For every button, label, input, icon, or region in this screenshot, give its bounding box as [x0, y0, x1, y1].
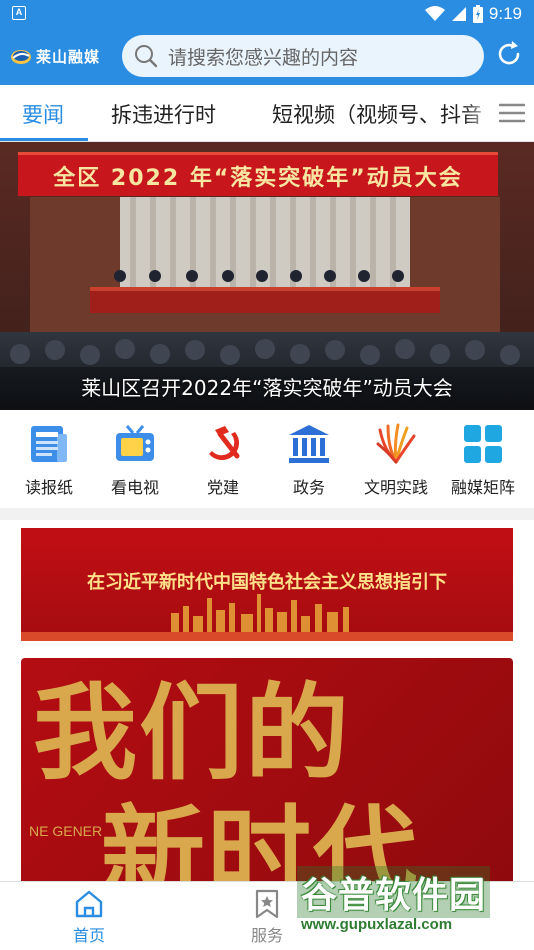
search-placeholder: 请搜索您感兴趣的内容 [168, 46, 359, 69]
status-time: 9:19 [488, 4, 522, 23]
promo-banner-thought-text: 在习近平新时代中国特色社会主义思想指引下 [87, 572, 447, 593]
quick-nav: 读报纸 看电视 党建 政务 文明实践 融媒矩阵 [0, 410, 534, 508]
section-divider [0, 508, 534, 520]
signal-icon [451, 7, 466, 21]
party-emblem-icon [209, 426, 240, 461]
watermark-main-text: 谷普软件园 [297, 866, 491, 918]
hero-caption: 莱山区召开2022年“落实突破年”动员大会 [81, 376, 453, 400]
quick-item-newspaper[interactable]: 读报纸 [6, 420, 92, 506]
tv-icon [116, 425, 154, 461]
quick-item-government[interactable]: 政务 [266, 420, 352, 506]
nav-home[interactable]: 首页 [49, 888, 129, 946]
app-header: 莱山融媒 请搜索您感兴趣的内容 [0, 28, 534, 85]
status-notification-badge: A [12, 6, 26, 20]
promo-banner-thought[interactable]: 在习近平新时代中国特色社会主义思想指引下 [21, 528, 513, 641]
logo-mark-icon [11, 50, 31, 64]
channel-tabs: 要闻 拆违进行时 短视频（视频号、抖音 [0, 85, 534, 142]
home-icon [75, 890, 103, 918]
refresh-icon[interactable] [494, 39, 524, 69]
search-icon [135, 45, 158, 68]
wifi-icon [424, 6, 445, 21]
quick-label-government: 政务 [292, 478, 325, 497]
quick-item-civilization[interactable]: 文明实践 [353, 420, 439, 506]
app-logo[interactable]: 莱山融媒 [10, 43, 100, 69]
quick-item-party[interactable]: 党建 [180, 420, 266, 506]
grid-matrix-icon [464, 425, 502, 463]
hero-event-banner: 全区 2022 年“落实突破年”动员大会 [18, 152, 498, 196]
government-building-icon [289, 425, 329, 463]
quick-item-tv[interactable]: 看电视 [92, 420, 178, 506]
quick-label-tv: 看电视 [110, 478, 159, 497]
quick-label-newspaper: 读报纸 [24, 478, 73, 497]
watermark-url: www.gupuxlazal.com [301, 916, 453, 933]
hero-banner-text: 全区 2022 年“落实突破年”动员大会 [53, 165, 463, 191]
channel-menu-icon[interactable] [498, 101, 526, 125]
battery-icon [472, 5, 483, 23]
promo-new-era-line1: 我们的 [33, 671, 352, 794]
promo-banner-new-era[interactable]: 我们的 NE GENER 新时代 [21, 658, 513, 890]
status-right-cluster: 9:19 [424, 3, 522, 25]
service-icon [255, 889, 279, 919]
site-watermark: 谷普软件园 www.gupuxlazal.com [293, 866, 531, 946]
civilization-practice-icon [376, 423, 416, 464]
tab-headlines[interactable]: 要闻 [22, 99, 64, 129]
status-bar: A 9:19 [0, 0, 534, 28]
nav-home-label: 首页 [72, 926, 105, 945]
newspaper-icon [31, 426, 67, 462]
quick-label-party: 党建 [206, 478, 239, 497]
hero-carousel[interactable]: 全区 2022 年“落实突破年”动员大会 莱山区召开2022年“落实突破年”动员… [0, 142, 534, 410]
promo-new-era-side-text: NE GENER [29, 823, 103, 839]
search-input[interactable]: 请搜索您感兴趣的内容 [122, 35, 484, 77]
tab-demolition[interactable]: 拆违进行时 [111, 99, 216, 129]
quick-label-matrix: 融媒矩阵 [450, 478, 515, 497]
quick-label-civilization: 文明实践 [363, 478, 428, 497]
tab-short-video[interactable]: 短视频（视频号、抖音 [272, 99, 482, 129]
active-tab-indicator [0, 138, 88, 141]
logo-text: 莱山融媒 [36, 47, 101, 66]
quick-item-matrix[interactable]: 融媒矩阵 [440, 420, 526, 506]
